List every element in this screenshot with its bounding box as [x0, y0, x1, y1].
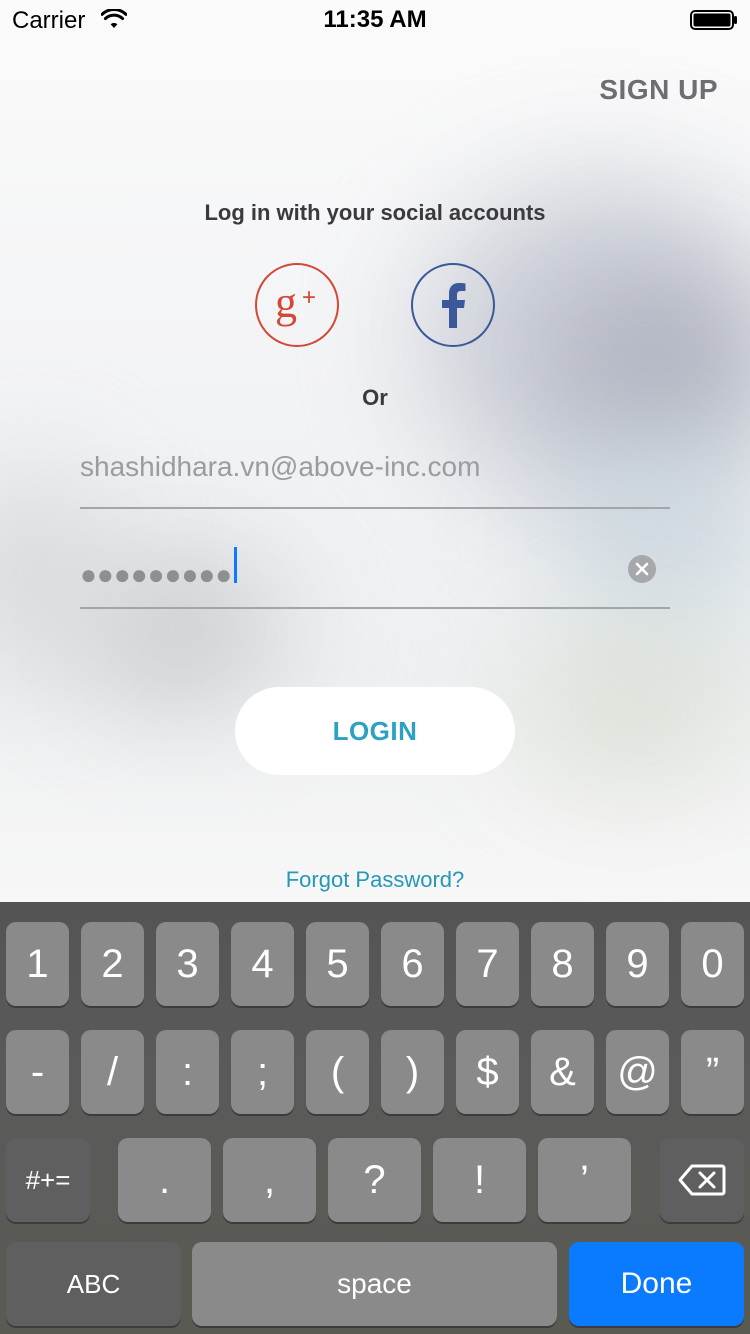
google-plus-button[interactable]: g + [255, 263, 339, 347]
sign-up-button[interactable]: SIGN UP [599, 74, 718, 106]
forgot-password-link[interactable]: Forgot Password? [0, 867, 750, 893]
key-row2-5[interactable]: ) [381, 1030, 444, 1114]
key-row2-0[interactable]: - [6, 1030, 69, 1114]
key-row2-7[interactable]: & [531, 1030, 594, 1114]
clear-text-button[interactable] [628, 555, 656, 583]
key-row2-1[interactable]: / [81, 1030, 144, 1114]
key-row2-3[interactable]: ; [231, 1030, 294, 1114]
key-row1-8[interactable]: 9 [606, 922, 669, 1006]
key-row1-6[interactable]: 7 [456, 922, 519, 1006]
facebook-icon [442, 283, 466, 328]
password-value: ●●●●●●●●● [80, 559, 233, 590]
key-row3_middle-2[interactable]: ? [328, 1138, 421, 1222]
svg-text:g: g [275, 279, 297, 327]
email-value: shashidhara.vn@above-inc.com [80, 451, 481, 482]
key-row2-2[interactable]: : [156, 1030, 219, 1114]
key-row1-9[interactable]: 0 [681, 922, 744, 1006]
login-button[interactable]: LOGIN [235, 687, 515, 775]
key-row3_middle-0[interactable]: . [118, 1138, 211, 1222]
key-row3_middle-3[interactable]: ! [433, 1138, 526, 1222]
facebook-button[interactable] [411, 263, 495, 347]
key-row2-9[interactable]: ” [681, 1030, 744, 1114]
key-row2-4[interactable]: ( [306, 1030, 369, 1114]
google-plus-icon: g + [275, 279, 316, 327]
key-row1-0[interactable]: 1 [6, 922, 69, 1006]
backspace-icon [678, 1164, 726, 1196]
password-field[interactable]: ●●●●●●●●● [80, 537, 670, 609]
status-time: 11:35 AM [323, 6, 427, 33]
email-field[interactable]: shashidhara.vn@above-inc.com [80, 437, 670, 509]
key-row2-6[interactable]: $ [456, 1030, 519, 1114]
battery-icon [690, 10, 737, 30]
social-login-title: Log in with your social accounts [204, 200, 546, 225]
key-row1-2[interactable]: 3 [156, 922, 219, 1006]
key-row2-8[interactable]: @ [606, 1030, 669, 1114]
keyboard: 1234567890 - /:;() $ & @” #+= .,?!’ ABC spac… [0, 902, 750, 1334]
delete-key[interactable] [660, 1138, 744, 1222]
abc-key[interactable]: ABC [6, 1242, 181, 1326]
or-separator: Or [362, 385, 388, 410]
space-key[interactable]: space [192, 1242, 557, 1326]
more-symbols-key[interactable]: #+= [6, 1138, 90, 1222]
key-row1-1[interactable]: 2 [81, 922, 144, 1006]
key-row3_middle-1[interactable]: , [223, 1138, 316, 1222]
status-bar: Carrier 11:35 AM [0, 0, 750, 40]
key-row1-3[interactable]: 4 [231, 922, 294, 1006]
key-row1-7[interactable]: 8 [531, 922, 594, 1006]
clear-x-icon [635, 562, 649, 576]
key-row3_middle-4[interactable]: ’ [538, 1138, 631, 1222]
key-row1-4[interactable]: 5 [306, 922, 369, 1006]
svg-text:+: + [302, 284, 316, 311]
background-blob [520, 640, 740, 780]
done-key[interactable]: Done [569, 1242, 744, 1326]
key-row1-5[interactable]: 6 [381, 922, 444, 1006]
text-cursor [234, 547, 237, 583]
